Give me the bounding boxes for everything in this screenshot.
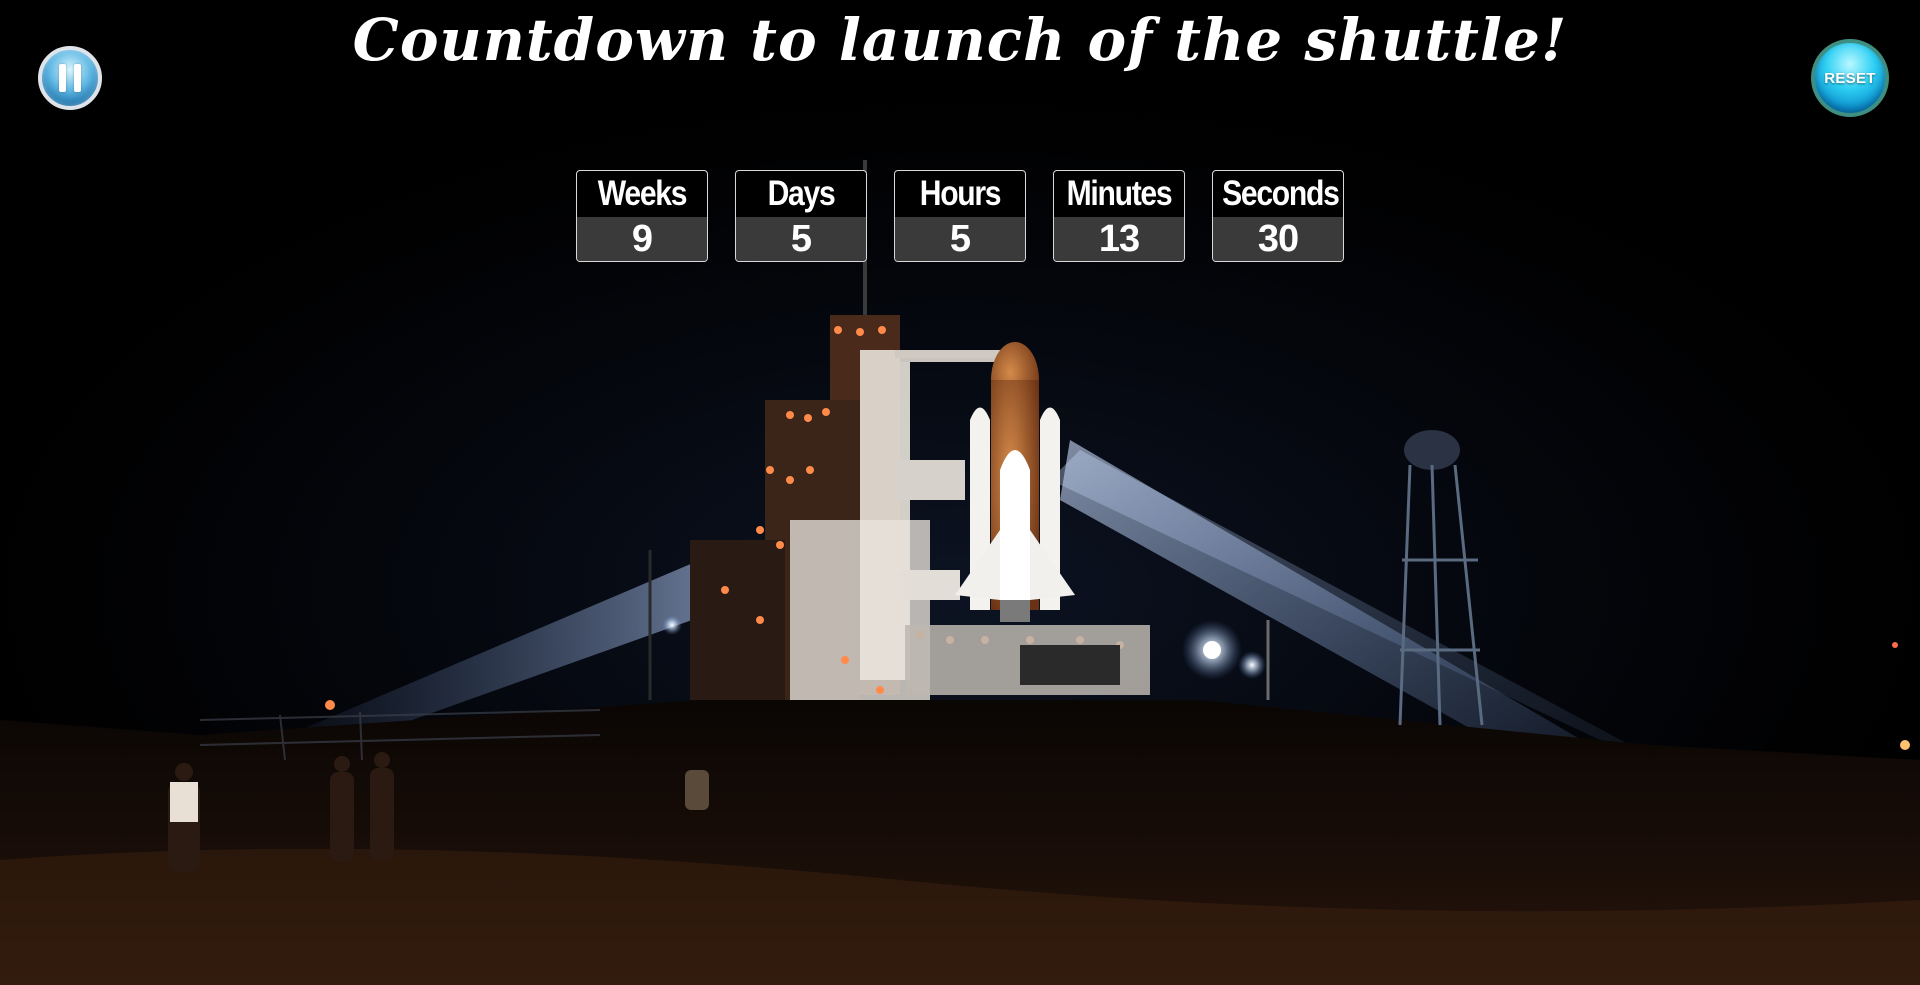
pause-icon (59, 64, 81, 92)
reset-button[interactable]: RESET (1811, 39, 1889, 117)
space-shuttle (955, 342, 1075, 622)
countdown-unit-label: Weeks (586, 171, 698, 217)
countdown-page: Countdown to launch of the shuttle! RESE… (0, 0, 1920, 985)
pause-button[interactable] (38, 46, 102, 110)
countdown-unit-value: 5 (895, 217, 1025, 261)
countdown-unit-label: Days (745, 171, 857, 217)
countdown-hours: Hours 5 (894, 170, 1026, 262)
page-title: Countdown to launch of the shuttle! (352, 6, 1568, 74)
countdown-unit-value: 13 (1054, 217, 1184, 261)
countdown-unit-value: 5 (736, 217, 866, 261)
countdown-days: Days 5 (735, 170, 867, 262)
countdown-seconds: Seconds 30 (1212, 170, 1344, 262)
countdown-unit-value: 9 (577, 217, 707, 261)
countdown-unit-label: Minutes (1063, 171, 1175, 217)
countdown-weeks: Weeks 9 (576, 170, 708, 262)
countdown-unit-label: Hours (904, 171, 1016, 217)
launch-pad-background-image (0, 160, 1920, 985)
countdown-unit-label: Seconds (1222, 171, 1340, 217)
countdown-minutes: Minutes 13 (1053, 170, 1185, 262)
countdown-timer: Weeks 9 Days 5 Hours 5 Minutes 13 Second… (576, 170, 1344, 262)
countdown-unit-value: 30 (1213, 217, 1343, 261)
